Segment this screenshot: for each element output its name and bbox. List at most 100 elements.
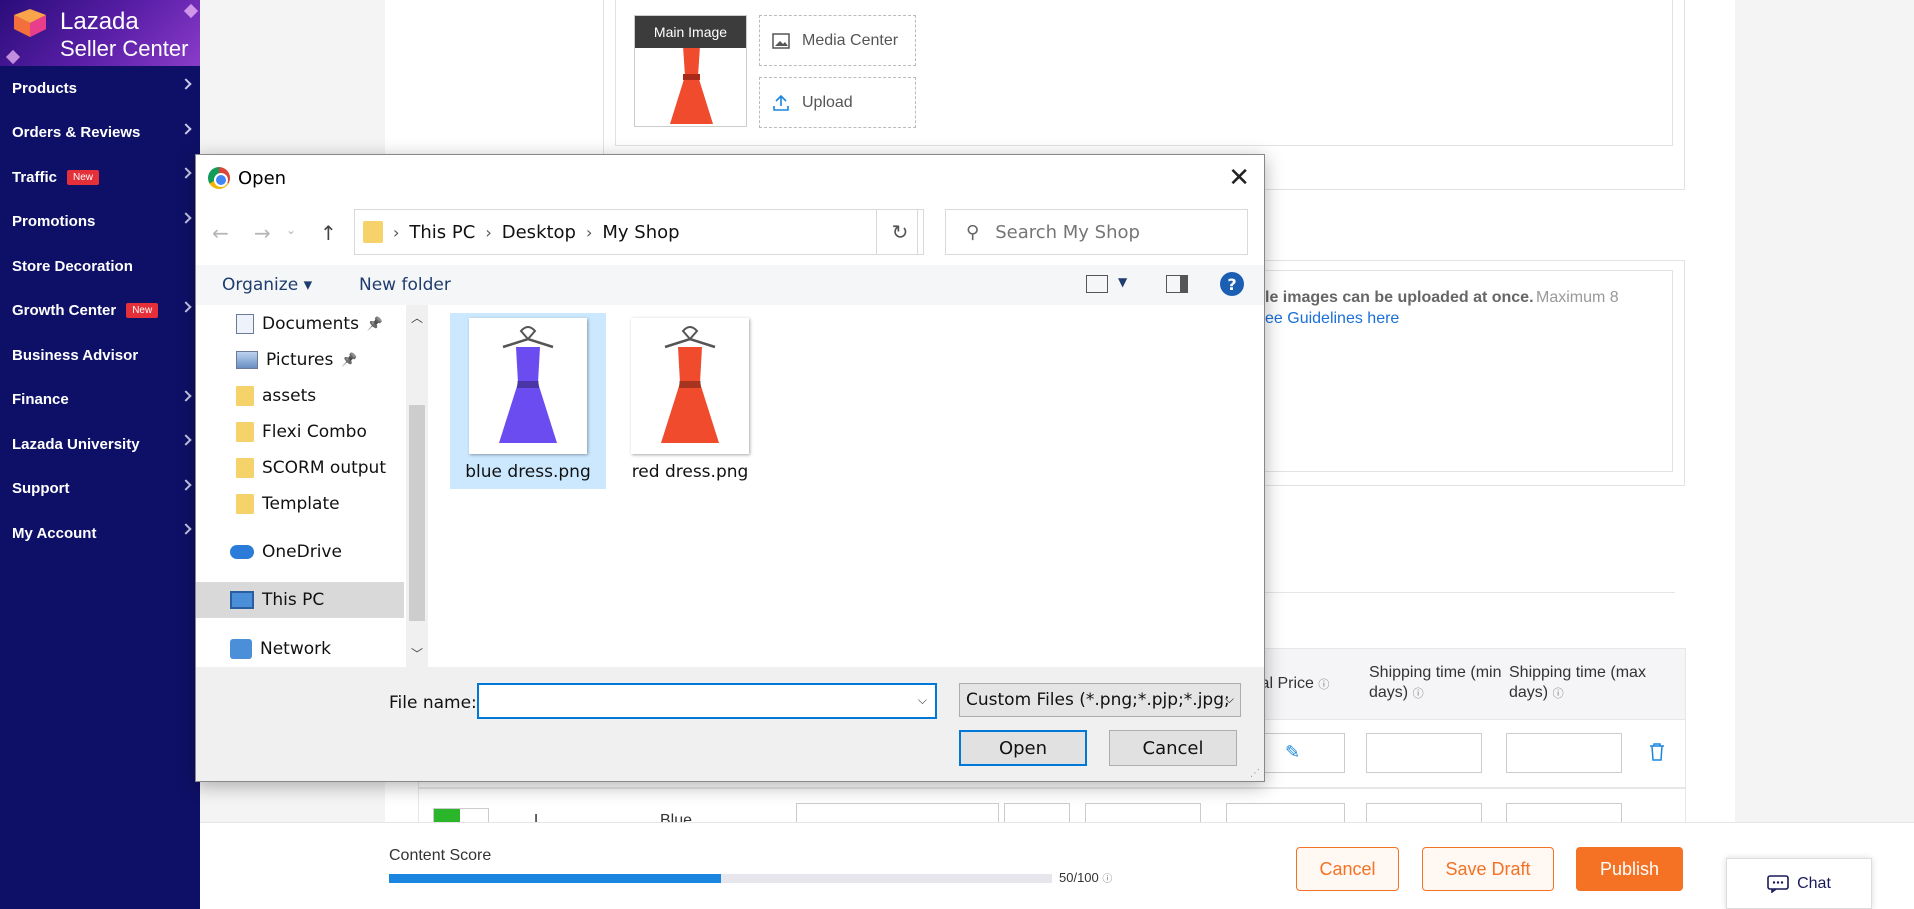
file-item[interactable]: blue dress.png — [450, 313, 606, 489]
close-icon[interactable]: ✕ — [1228, 163, 1250, 193]
organize-menu[interactable]: Organize ▾ — [222, 275, 312, 295]
publish-button[interactable]: Publish — [1576, 847, 1683, 891]
chevron-right-icon — [180, 389, 192, 402]
pin-icon: 📌 — [366, 316, 383, 332]
sidebar-item-orders-reviews[interactable]: Orders & Reviews — [0, 111, 200, 156]
lazada-logo[interactable]: Lazada Seller Center — [0, 0, 200, 66]
file-type-select[interactable]: Custom Files (*.png;*.pjp;*.jpg; ⌵ — [959, 683, 1241, 717]
scroll-thumb[interactable] — [409, 405, 425, 621]
brand-sub: Seller Center — [60, 36, 189, 61]
main-image-slot[interactable]: Main Image — [634, 15, 747, 127]
search-input[interactable] — [995, 221, 1216, 243]
breadcrumb-desktop[interactable]: Desktop — [502, 222, 576, 243]
nav-tree-label: SCORM output — [262, 458, 386, 478]
sidebar-nav: Products Orders & Reviews Traffic New Promot… — [0, 66, 200, 556]
file-list: blue dress.png red dress.png — [428, 305, 1264, 667]
nav-tree-label: Documents — [262, 314, 359, 334]
recent-locations-icon[interactable]: ⌄ — [286, 223, 296, 237]
breadcrumb-my-shop[interactable]: My Shop — [602, 222, 679, 243]
dress-icon — [661, 326, 719, 443]
search-box[interactable]: ⚲ — [945, 209, 1248, 255]
ship-max-input[interactable] — [1506, 733, 1622, 773]
nav-tree-item-flexi-combo[interactable]: Flexi Combo — [236, 414, 367, 450]
nav-tree-item-network[interactable]: Network — [230, 631, 331, 667]
save-draft-button[interactable]: Save Draft — [1422, 847, 1554, 891]
sidebar-item-support[interactable]: Support — [0, 467, 200, 512]
dialog-titlebar: Open — [208, 167, 286, 189]
sidebar-item-products[interactable]: Products — [0, 66, 200, 111]
nav-tree-item-scorm-output[interactable]: SCORM output — [236, 450, 386, 486]
info-icon: ⓘ — [1102, 874, 1113, 885]
search-icon: ⚲ — [966, 221, 980, 243]
sidebar-item-store-decoration[interactable]: Store Decoration — [0, 244, 200, 289]
new-badge: New — [67, 169, 100, 185]
resize-grip-icon[interactable]: ⋰ — [1250, 768, 1260, 779]
chrome-icon — [208, 167, 230, 189]
sidebar-item-label: Store Decoration — [12, 257, 133, 275]
sidebar-item-label: Lazada University — [12, 435, 140, 453]
view-options-icon[interactable] — [1086, 275, 1108, 293]
upload-button[interactable]: Upload — [759, 77, 916, 128]
sidebar-item-label: Promotions — [12, 213, 96, 231]
nav-tree-item-template[interactable]: Template — [236, 486, 340, 522]
sidebar-item-traffic[interactable]: Traffic New — [0, 155, 200, 200]
chevron-down-icon[interactable]: ▼ — [1118, 275, 1127, 289]
content-score-fill — [389, 874, 721, 883]
nav-tree-item-assets[interactable]: assets — [236, 378, 316, 414]
nav-tree-item-documents[interactable]: Documents 📌 — [236, 306, 383, 342]
chevron-down-icon[interactable]: ⌵ — [918, 693, 927, 708]
sidebar-item-lazada-university[interactable]: Lazada University — [0, 422, 200, 467]
up-arrow-icon[interactable]: ↑ — [320, 221, 337, 245]
cancel-button[interactable]: Cancel — [1296, 847, 1399, 891]
edit-icon[interactable]: ✎ — [1285, 742, 1300, 763]
info-icon: ⓘ — [1412, 688, 1424, 700]
folder-icon — [236, 386, 254, 406]
nav-tree-item-this-pc[interactable]: This PC — [196, 582, 404, 618]
open-button[interactable]: Open — [959, 730, 1087, 766]
breadcrumb-separator: › — [393, 222, 400, 242]
col-ship-max: Shipping time (max days) ⓘ — [1509, 664, 1646, 701]
chevron-down-icon: ⌵ — [1224, 692, 1234, 706]
sidebar-item-label: Support — [12, 480, 70, 498]
cancel-button[interactable]: Cancel — [1109, 730, 1237, 766]
folder-icon — [236, 458, 254, 478]
scroll-down-icon[interactable]: ﹀ — [411, 645, 423, 662]
address-bar[interactable]: › This PC › Desktop › My Shop ⌵ — [354, 209, 1048, 255]
chevron-right-icon — [180, 122, 192, 135]
nav-tree-item-pictures[interactable]: Pictures 📌 — [236, 342, 357, 378]
sidebar: Lazada Seller Center Products Orders & Re… — [0, 0, 200, 909]
sparkle-icon — [183, 3, 199, 19]
sidebar-item-promotions[interactable]: Promotions — [0, 200, 200, 245]
nav-tree-item-onedrive[interactable]: OneDrive — [230, 534, 342, 570]
media-center-button[interactable]: Media Center — [759, 15, 916, 66]
ship-min-input[interactable] — [1366, 733, 1482, 773]
sidebar-item-finance[interactable]: Finance — [0, 378, 200, 423]
trash-icon[interactable] — [1649, 743, 1665, 761]
back-arrow-icon[interactable]: ← — [212, 221, 229, 245]
sidebar-item-business-advisor[interactable]: Business Advisor — [0, 333, 200, 378]
onedrive-icon — [230, 545, 254, 559]
file-name: red dress.png — [631, 462, 749, 482]
new-folder-button[interactable]: New folder — [359, 275, 451, 295]
help-icon[interactable]: ? — [1220, 272, 1244, 296]
breadcrumb-this-pc[interactable]: This PC — [409, 222, 475, 243]
file-name-field[interactable]: ⌵ — [477, 683, 937, 719]
sidebar-item-my-account[interactable]: My Account — [0, 511, 200, 556]
navigation-scrollbar[interactable]: ︿ ﹀ — [406, 305, 428, 667]
refresh-icon[interactable]: ↻ — [876, 209, 924, 255]
col-ship-min: Shipping time (min days) ⓘ — [1369, 664, 1502, 701]
preview-pane-icon[interactable] — [1166, 275, 1188, 293]
sidebar-item-growth-center[interactable]: Growth Center New — [0, 289, 200, 334]
images-max: Maximum 8 — [1536, 289, 1619, 306]
image-icon — [772, 32, 790, 49]
col-special-price: ial Price ⓘ — [1257, 675, 1330, 692]
file-item[interactable]: red dress.png — [612, 313, 768, 489]
forward-arrow-icon[interactable]: → — [254, 221, 271, 245]
chat-button[interactable]: Chat — [1726, 858, 1872, 909]
guidelines-link[interactable]: ee Guidelines here — [1265, 310, 1399, 328]
file-name-input[interactable] — [479, 685, 899, 717]
upload-label: Upload — [802, 93, 853, 111]
scroll-up-icon[interactable]: ︿ — [411, 309, 423, 326]
nav-tree-label: Network — [260, 639, 331, 659]
pin-icon: 📌 — [341, 352, 358, 368]
